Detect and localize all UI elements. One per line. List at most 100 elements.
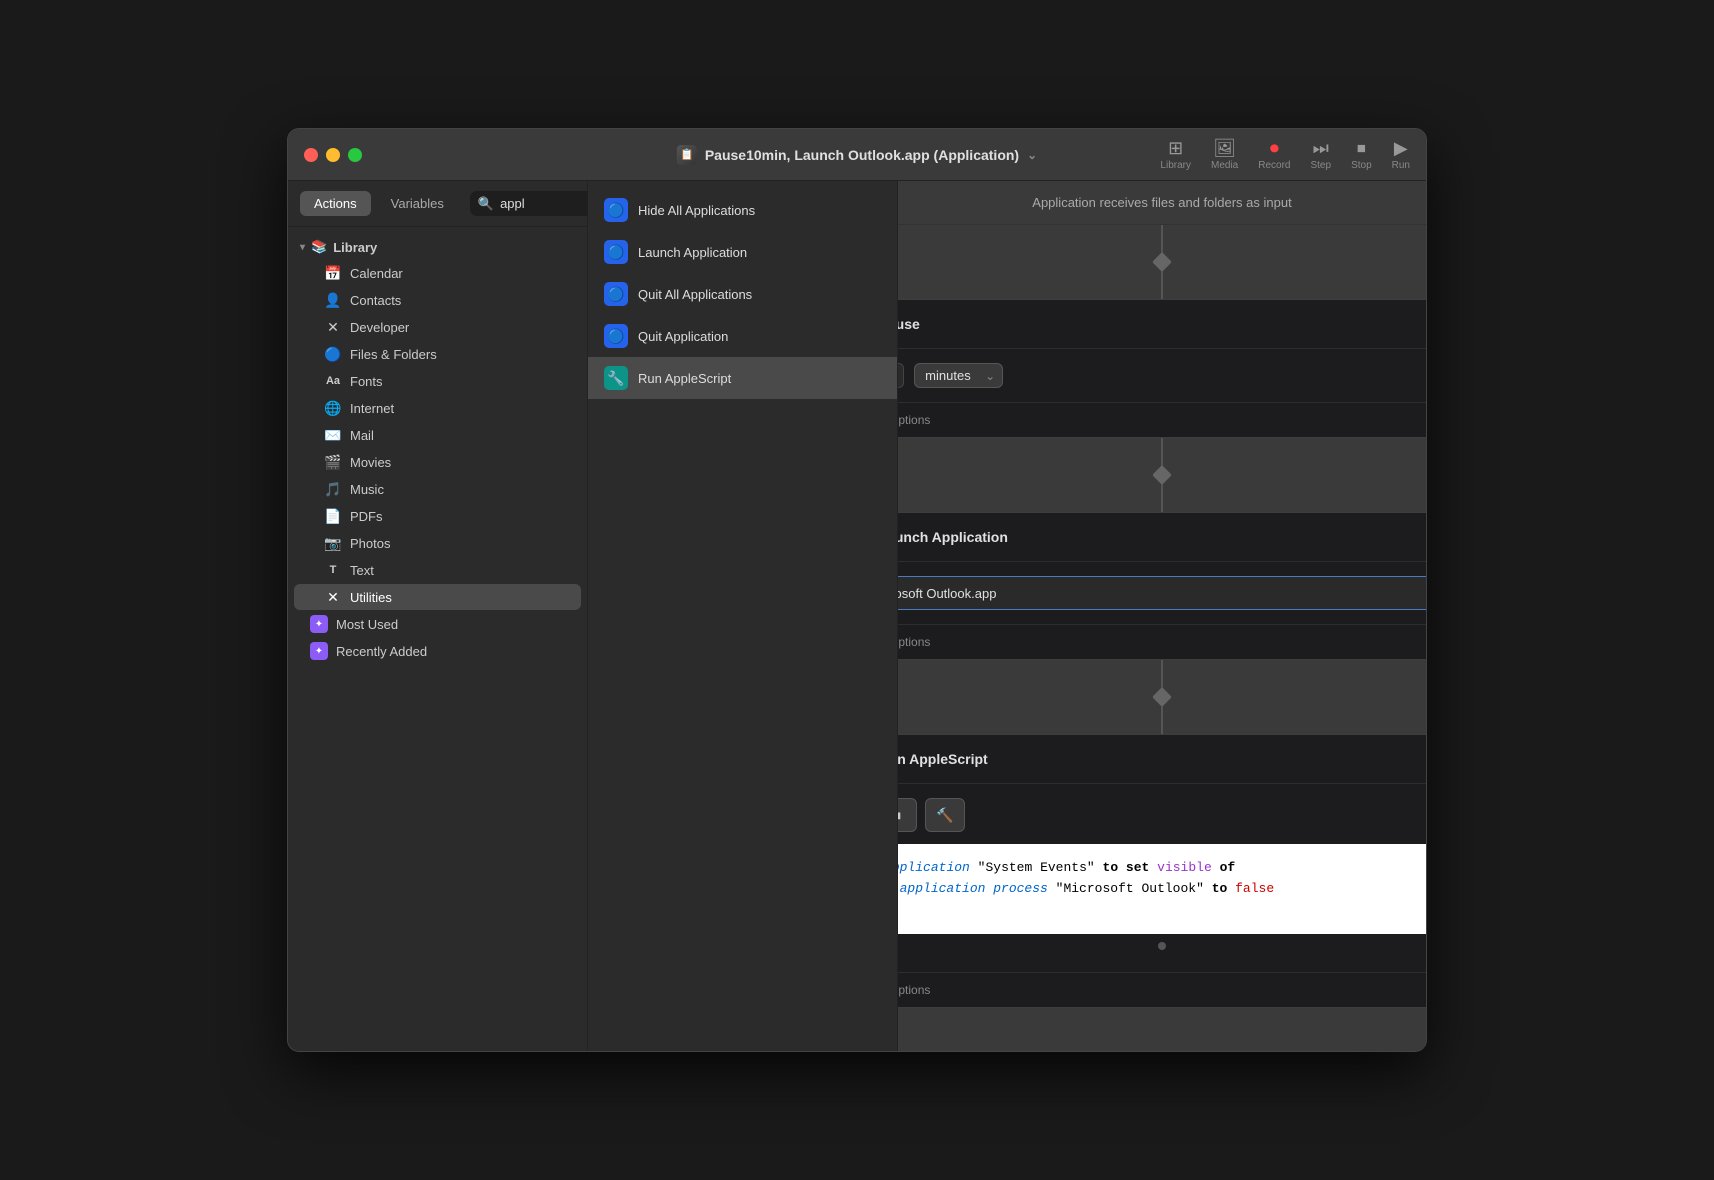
- script-outlook-string: "Microsoft Outlook": [1056, 881, 1204, 896]
- photos-icon: 📷: [324, 534, 342, 552]
- script-to-set-keyword: to set: [1103, 860, 1150, 875]
- sidebar-item-developer[interactable]: ✕ Developer: [294, 314, 581, 340]
- action-run-applescript[interactable]: 🔧 Run AppleScript: [588, 357, 897, 399]
- launch-app-card-body: 📧 Microsoft Outlook.app ⌄: [898, 562, 1426, 624]
- most-used-icon: ✦: [310, 615, 328, 633]
- sidebar-item-calendar[interactable]: 📅 Calendar: [294, 260, 581, 286]
- library-chevron-icon: ▾: [300, 242, 305, 253]
- script-system-events-string: "System Events": [978, 860, 1095, 875]
- connector-line-mid1a: [1161, 438, 1163, 468]
- tab-variables[interactable]: Variables: [377, 191, 458, 216]
- connector-top: [1155, 225, 1169, 299]
- toolbar-right: ⊞ Library 🖼 Media ⏺ Record ⏭ Step ⏹ Stop…: [1160, 139, 1410, 171]
- pdfs-label: PDFs: [350, 509, 383, 524]
- library-button[interactable]: ⊞ Library: [1160, 139, 1191, 171]
- script-visible-keyword: visible: [1157, 860, 1212, 875]
- pdfs-icon: 📄: [324, 507, 342, 525]
- library-section-icon: 📚: [311, 239, 327, 255]
- pause-duration-input[interactable]: [898, 363, 904, 388]
- sidebar-item-music[interactable]: 🎵 Music: [294, 476, 581, 502]
- step-button[interactable]: ⏭ Step: [1310, 139, 1331, 171]
- applescript-options-tab[interactable]: Options: [898, 983, 930, 997]
- run-icon: ▶: [1394, 139, 1408, 157]
- sidebar-item-text[interactable]: T Text: [294, 557, 581, 583]
- step-icon: ⏭: [1313, 139, 1329, 157]
- sidebar-item-movies[interactable]: 🎬 Movies: [294, 449, 581, 475]
- launch-app-label: Launch Application: [638, 245, 747, 260]
- sidebar-item-recently-added[interactable]: ✦ Recently Added: [294, 638, 581, 664]
- record-button[interactable]: ⏺ Record: [1258, 139, 1290, 171]
- canvas-area: Application receives files and folders a…: [898, 181, 1426, 1051]
- library-icon: ⊞: [1168, 139, 1183, 157]
- app-selector-label: Microsoft Outlook.app: [898, 586, 1426, 601]
- files-folders-icon: 🔵: [324, 345, 342, 363]
- stop-button[interactable]: ⏹ Stop: [1351, 139, 1372, 171]
- script-stop-button[interactable]: ■: [898, 798, 917, 832]
- sidebar-item-internet[interactable]: 🌐 Internet: [294, 395, 581, 421]
- canvas-header: Application receives files and folders a…: [898, 181, 1426, 225]
- title-chevron-icon[interactable]: ⌄: [1027, 148, 1037, 162]
- script-of-keyword: of: [1220, 860, 1236, 875]
- script-false-keyword: false: [1235, 881, 1274, 896]
- quit-app-label: Quit Application: [638, 329, 728, 344]
- sidebar-item-mail[interactable]: ✉️ Mail: [294, 422, 581, 448]
- action-quit-app[interactable]: 🔵 Quit Application: [588, 315, 897, 357]
- maximize-button[interactable]: [348, 148, 362, 162]
- script-toolbar: ▶ ■ 🔨: [898, 798, 1426, 832]
- developer-icon: ✕: [324, 318, 342, 336]
- stop-icon: ⏹: [1357, 139, 1366, 157]
- sidebar-item-fonts[interactable]: Aa Fonts: [294, 368, 581, 394]
- traffic-lights: [304, 148, 362, 162]
- library-section-label: Library: [333, 240, 377, 255]
- applescript-card-body: ▶ ■ 🔨 tell application "System Events" t…: [898, 784, 1426, 972]
- calendar-label: Calendar: [350, 266, 403, 281]
- applescript-card: ▾ 🔧 Run AppleScript ✕ ▶ ■ 🔨 tell applica…: [898, 734, 1426, 1008]
- applescript-card-title: Run AppleScript: [898, 751, 1426, 767]
- quit-all-apps-icon: 🔵: [604, 282, 628, 306]
- action-quit-all-apps[interactable]: 🔵 Quit All Applications: [588, 273, 897, 315]
- minimize-button[interactable]: [326, 148, 340, 162]
- action-hide-all-apps[interactable]: 🔵 Hide All Applications: [588, 189, 897, 231]
- movies-icon: 🎬: [324, 453, 342, 471]
- sidebar-tree: ▾ 📚 Library 📅 Calendar 👤 Contacts ✕ Deve…: [288, 227, 587, 1051]
- run-button[interactable]: ▶ Run: [1392, 139, 1410, 171]
- launch-app-options-tab[interactable]: Options: [898, 635, 930, 649]
- sidebar-item-files-folders[interactable]: 🔵 Files & Folders: [294, 341, 581, 367]
- launch-app-card-header: ▾ 🔵 Launch Application ✕: [898, 513, 1426, 562]
- canvas-scroll[interactable]: ▾ ⏸ Pause ✕ for minutes seconds: [898, 225, 1426, 1051]
- files-folders-label: Files & Folders: [350, 347, 437, 362]
- sidebar-item-utilities[interactable]: ✕ Utilities: [294, 584, 581, 610]
- pause-unit-select[interactable]: minutes seconds hours: [914, 363, 1003, 388]
- connector-mid1: [1155, 438, 1169, 512]
- action-launch-app[interactable]: 🔵 Launch Application: [588, 231, 897, 273]
- window-title: Pause10min, Launch Outlook.app (Applicat…: [705, 147, 1019, 163]
- connector-diamond-top: [1152, 252, 1172, 272]
- internet-label: Internet: [350, 401, 394, 416]
- media-button[interactable]: 🖼 Media: [1211, 139, 1238, 171]
- tab-actions[interactable]: Actions: [300, 191, 371, 216]
- applescript-card-header: ▾ 🔧 Run AppleScript ✕: [898, 735, 1426, 784]
- scroll-indicator: [1158, 942, 1166, 950]
- action-list: 🔵 Hide All Applications 🔵 Launch Applica…: [588, 181, 898, 1051]
- sidebar-item-pdfs[interactable]: 📄 PDFs: [294, 503, 581, 529]
- music-icon: 🎵: [324, 480, 342, 498]
- library-section-header[interactable]: ▾ 📚 Library: [288, 235, 587, 259]
- app-selector[interactable]: 📧 Microsoft Outlook.app ⌄: [898, 576, 1426, 610]
- pause-card-footer: Results Options: [898, 402, 1426, 437]
- canvas-header-text: Application receives files and folders a…: [1032, 195, 1291, 210]
- script-editor[interactable]: tell application "System Events" to set …: [898, 844, 1426, 934]
- sidebar-item-photos[interactable]: 📷 Photos: [294, 530, 581, 556]
- window-title-area: 📋 Pause10min, Launch Outlook.app (Applic…: [677, 145, 1037, 165]
- pause-options-tab[interactable]: Options: [898, 413, 930, 427]
- applescript-card-footer: Results Options: [898, 972, 1426, 1007]
- pause-card-header: ▾ ⏸ Pause ✕: [898, 300, 1426, 349]
- sidebar-item-contacts[interactable]: 👤 Contacts: [294, 287, 581, 313]
- quit-app-icon: 🔵: [604, 324, 628, 348]
- script-compile-button[interactable]: 🔨: [925, 798, 965, 832]
- developer-label: Developer: [350, 320, 409, 335]
- media-icon: 🖼: [1213, 139, 1236, 157]
- sidebar-item-most-used[interactable]: ✦ Most Used: [294, 611, 581, 637]
- connector-line-top2: [1161, 269, 1163, 299]
- close-button[interactable]: [304, 148, 318, 162]
- recently-added-label: Recently Added: [336, 644, 427, 659]
